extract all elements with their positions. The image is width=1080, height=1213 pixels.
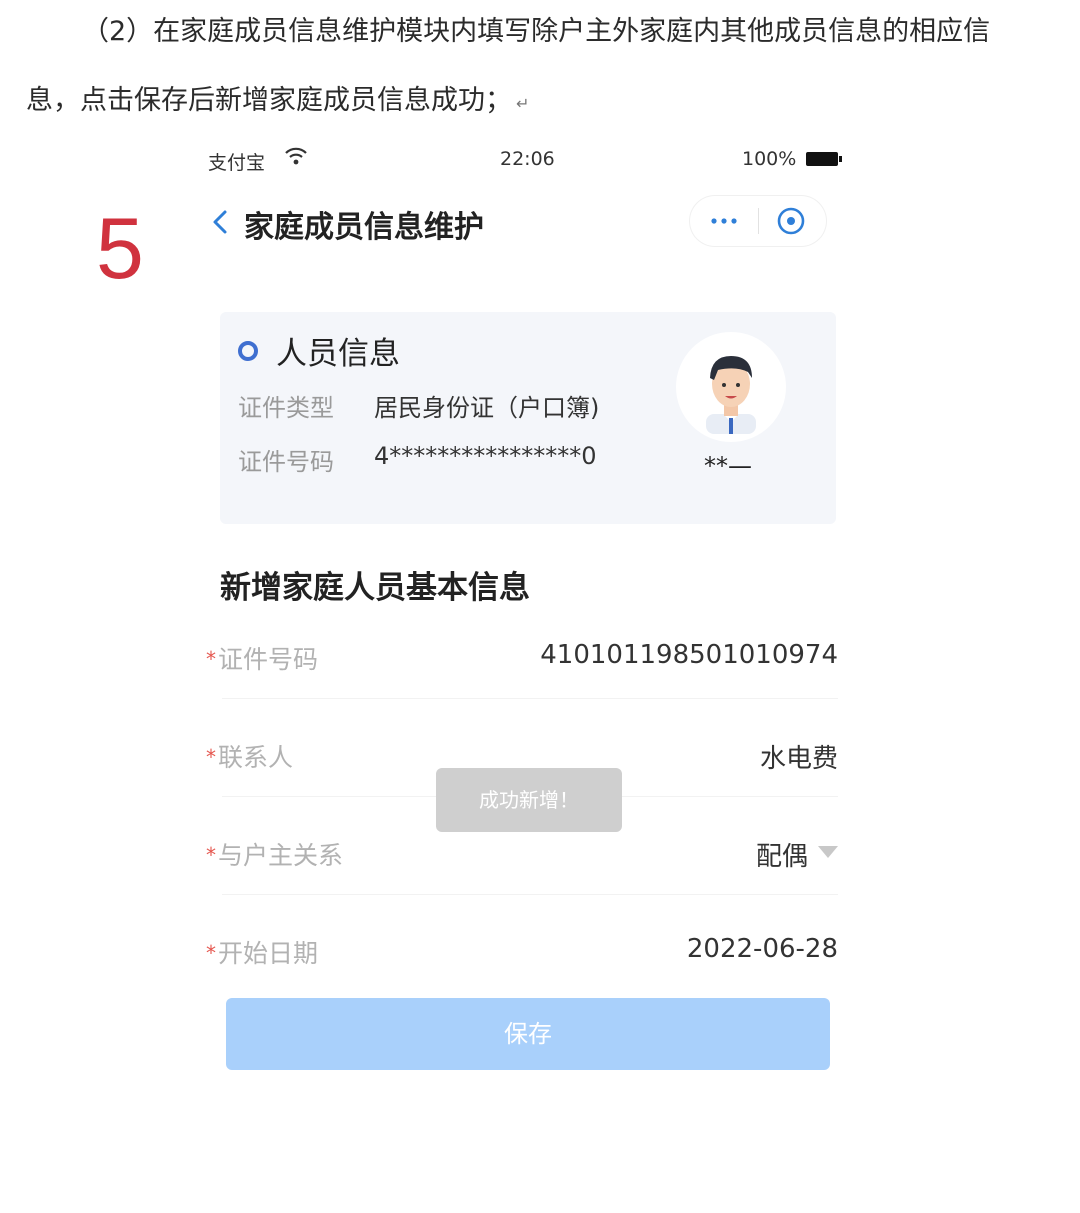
status-time: 22:06: [500, 148, 555, 170]
id-number-field[interactable]: *证件号码 410101198501010974: [206, 640, 838, 700]
masked-name: **—: [704, 452, 752, 480]
required-mark: *: [206, 745, 216, 769]
start-date-picker[interactable]: 2022-06-28: [687, 934, 838, 964]
divider: [222, 894, 838, 895]
required-mark: *: [206, 941, 216, 965]
battery-icon: [806, 152, 842, 166]
field-label: *证件号码: [206, 645, 319, 674]
relationship-field[interactable]: *与户主关系 配偶: [206, 836, 838, 896]
close-target-icon[interactable]: [774, 204, 808, 238]
field-label: *开始日期: [206, 939, 319, 968]
save-button[interactable]: 保存: [226, 998, 830, 1070]
dropdown-caret-icon[interactable]: [818, 846, 838, 858]
carrier-label: 支付宝: [208, 152, 266, 174]
form-section-title: 新增家庭人员基本信息: [220, 570, 530, 606]
field-label: *联系人: [206, 743, 294, 772]
id-type-label: 证件类型: [238, 394, 334, 422]
avatar: [676, 332, 786, 442]
step-number: 5: [96, 201, 144, 297]
wifi-icon: [285, 147, 307, 165]
nav-bar: 家庭成员信息维护: [196, 192, 866, 252]
required-mark: *: [206, 843, 216, 867]
person-info-card: 人员信息 证件类型 居民身份证（户口簿) 证件号码 4*************…: [220, 312, 836, 524]
divider: [222, 698, 838, 699]
id-number-label: 证件号码: [238, 448, 334, 476]
page-title: 家庭成员信息维护: [244, 210, 484, 245]
start-date-field[interactable]: *开始日期 2022-06-28: [206, 934, 838, 994]
status-bar: 支付宝 22:06 100%: [196, 140, 866, 184]
id-number-value: 4****************0: [374, 442, 597, 470]
section-dot-icon: [238, 341, 258, 361]
return-mark: ↵: [516, 94, 530, 113]
more-dots-icon[interactable]: [706, 206, 742, 236]
field-label: *与户主关系: [206, 841, 344, 870]
avatar-icon: [706, 356, 756, 434]
instruction-line-1: （2）在家庭成员信息维护模块内填写除户主外家庭内其他成员信息的相应信: [82, 16, 991, 47]
phone-screen: 支付宝 22:06 100% 家庭成员信息维护 人员信息 证件类型 居民身份证（…: [196, 140, 866, 1090]
instruction-line-2: 息，点击保存后新增家庭成员信息成功； ↵: [26, 85, 530, 116]
id-number-input[interactable]: 410101198501010974: [540, 640, 838, 670]
battery-percent: 100%: [742, 148, 797, 170]
capsule-divider: [758, 208, 759, 234]
mini-app-capsule: [690, 196, 826, 246]
contact-input[interactable]: 水电费: [760, 738, 838, 775]
success-toast: 成功新增！: [436, 768, 622, 832]
required-mark: *: [206, 647, 216, 671]
back-arrow-icon[interactable]: [208, 208, 234, 236]
card-title: 人员信息: [276, 336, 400, 372]
id-type-value: 居民身份证（户口簿): [374, 394, 600, 422]
